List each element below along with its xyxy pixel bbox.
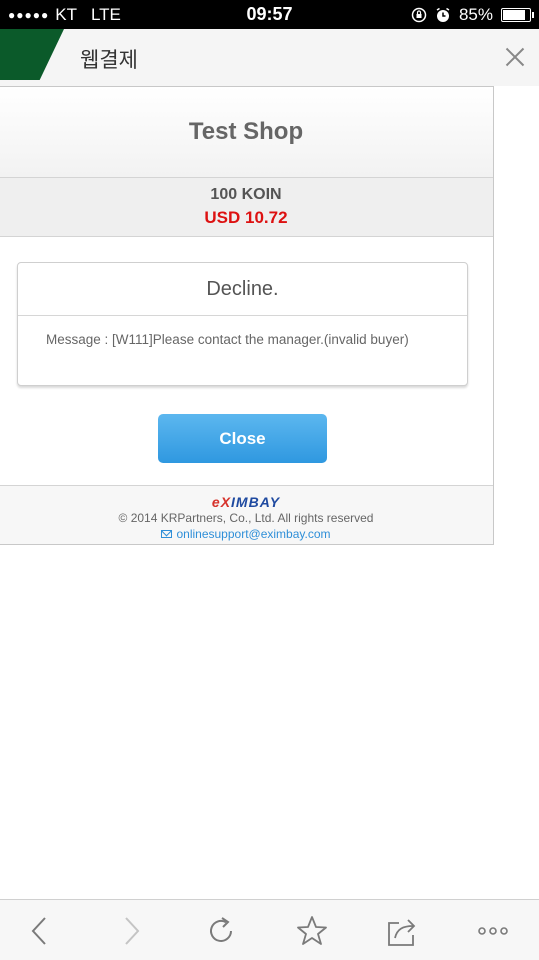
support-email[interactable]: onlinesupport@eximbay.com (176, 527, 330, 541)
status-right: 85% (411, 0, 534, 29)
app-header: 웹결제 (0, 29, 539, 86)
status-bar: ●●●●● KT LTE 09:57 85% (0, 0, 539, 29)
battery-icon (501, 7, 534, 22)
price-summary: 100 KOIN USD 10.72 (0, 178, 493, 237)
reload-icon[interactable] (205, 914, 239, 948)
copyright-text: © 2014 KRPartners, Co., Ltd. All rights … (118, 511, 374, 525)
payment-frame: Test Shop 100 KOIN USD 10.72 Decline. Me… (0, 86, 494, 545)
support-email-link[interactable]: onlinesupport@eximbay.com (0, 527, 493, 541)
payment-footer: eXIMBAY © 2014 KRPartners, Co., Ltd. All… (0, 485, 493, 544)
bookmark-star-icon[interactable] (295, 914, 329, 948)
brand-tab (0, 29, 64, 80)
logo-suffix: IMBAY (231, 494, 281, 510)
back-icon[interactable] (22, 914, 56, 948)
result-message: Message : [W111]Please contact the manag… (46, 332, 409, 347)
share-icon[interactable] (385, 914, 419, 948)
result-message-box: Decline. Message : [W111]Please contact … (17, 262, 468, 386)
browser-toolbar (0, 899, 539, 960)
logo-prefix: e (211, 494, 221, 510)
product-name: 100 KOIN (210, 186, 282, 203)
eximbay-logo: eXIMBAY (0, 495, 493, 509)
mail-icon (161, 530, 173, 538)
shop-name: Test Shop (188, 118, 304, 145)
forward-icon[interactable] (115, 914, 149, 948)
logo-x: X (220, 494, 232, 510)
alarm-icon (436, 7, 450, 22)
shop-header: Test Shop (0, 87, 493, 178)
payment-amount: USD 10.72 (204, 208, 288, 227)
page-title: 웹결제 (80, 49, 138, 72)
battery-percent: 85% (458, 4, 493, 24)
orientation-lock-icon (411, 7, 427, 22)
battery-fill (503, 9, 525, 20)
result-title: Decline. (18, 263, 467, 316)
close-icon[interactable] (503, 45, 527, 69)
more-icon[interactable] (476, 914, 510, 948)
close-button[interactable]: Close (158, 414, 327, 463)
